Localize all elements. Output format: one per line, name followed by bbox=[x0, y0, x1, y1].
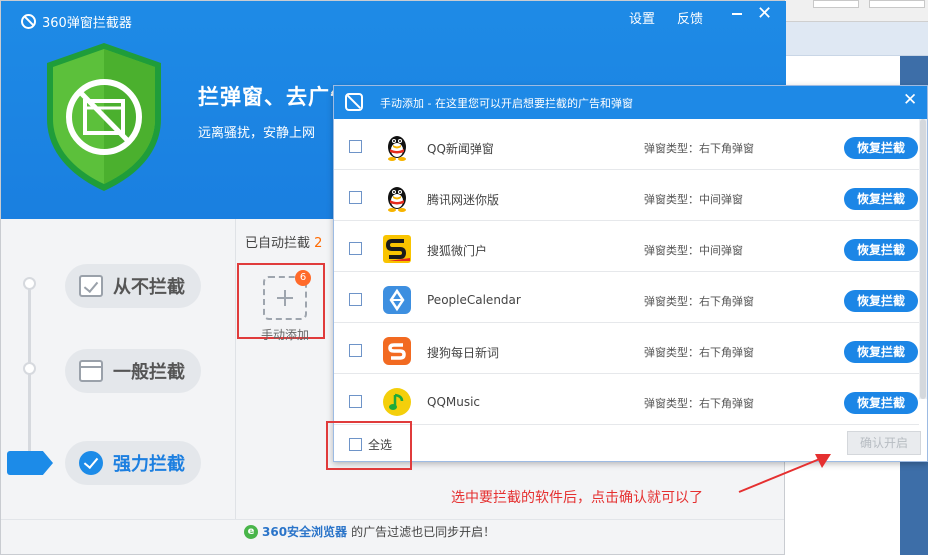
shield-icon bbox=[47, 43, 161, 191]
minimize-button[interactable] bbox=[732, 13, 742, 15]
list-item: PeopleCalendar 弹窗类型：右下角弹窗 恢复拦截 bbox=[334, 272, 919, 323]
app-title-text: 360弹窗拦截器 bbox=[42, 16, 132, 31]
qqmusic-icon bbox=[383, 388, 411, 416]
sohu-icon bbox=[383, 235, 411, 263]
mode-dot[interactable] bbox=[23, 362, 36, 375]
instruction-annotation: 选中要拦截的软件后，点击确认就可以了 bbox=[451, 490, 703, 506]
auto-blocked-text: 已自动拦截 2 bbox=[245, 232, 322, 251]
confirm-enable-button[interactable]: 确认开启 bbox=[847, 431, 921, 455]
dialog-title: 手动添加 - 在这里您可以开启想要拦截的广告和弹窗 bbox=[380, 97, 633, 110]
scrollbar-thumb[interactable] bbox=[920, 119, 926, 399]
sogou-icon bbox=[383, 337, 411, 365]
list-item: 搜狐微门户 弹窗类型：中间弹窗 恢复拦截 bbox=[334, 221, 919, 272]
auto-blocked-count: 2 bbox=[314, 236, 323, 251]
plus-icon bbox=[284, 290, 286, 306]
footer: e 360安全浏览器 的广告过滤也已同步开启！ bbox=[244, 523, 495, 540]
browser-link[interactable]: 360安全浏览器 bbox=[262, 523, 347, 540]
row-type: 弹窗类型：中间弹窗 bbox=[644, 244, 743, 257]
dialog-header: 手动添加 - 在这里您可以开启想要拦截的广告和弹窗 ✕ bbox=[334, 86, 927, 119]
row-type: 弹窗类型：右下角弹窗 bbox=[644, 142, 754, 155]
row-name: QQ新闻弹窗 bbox=[427, 142, 494, 156]
row-type: 弹窗类型：右下角弹窗 bbox=[644, 346, 754, 359]
background-tab bbox=[813, 0, 859, 8]
row-name: QQMusic bbox=[427, 395, 481, 409]
row-checkbox[interactable] bbox=[349, 344, 362, 357]
row-name: PeopleCalendar bbox=[427, 293, 521, 307]
manual-add-badge: 6 bbox=[295, 270, 311, 286]
dialog-close-button[interactable]: ✕ bbox=[903, 90, 917, 110]
row-checkbox[interactable] bbox=[349, 293, 362, 306]
feedback-link[interactable]: 反馈 bbox=[677, 8, 703, 27]
list-item: 搜狗每日新词 弹窗类型：右下角弹窗 恢复拦截 bbox=[334, 323, 919, 374]
check-box-icon bbox=[79, 275, 103, 297]
restore-block-button[interactable]: 恢复拦截 bbox=[844, 392, 918, 414]
list-item: QQMusic 弹窗类型：右下角弹窗 恢复拦截 bbox=[334, 374, 919, 425]
app-title: 360弹窗拦截器 bbox=[21, 12, 132, 31]
row-type: 弹窗类型：中间弹窗 bbox=[644, 193, 743, 206]
popup-list: QQ新闻弹窗 弹窗类型：右下角弹窗 恢复拦截 腾讯网迷你版 弹窗类型：中间弹窗 … bbox=[334, 119, 919, 425]
hero-subtitle: 远离骚扰，安静上网 bbox=[198, 126, 316, 141]
mode-normal-block[interactable]: 一般拦截 bbox=[65, 349, 201, 393]
row-checkbox[interactable] bbox=[349, 242, 362, 255]
browser-logo-icon: e bbox=[244, 524, 258, 539]
footer-text: 的广告过滤也已同步开启！ bbox=[351, 525, 496, 539]
qq-penguin-icon bbox=[388, 136, 406, 161]
list-item: 腾讯网迷你版 弹窗类型：中间弹窗 恢复拦截 bbox=[334, 170, 919, 221]
restore-block-button[interactable]: 恢复拦截 bbox=[844, 137, 918, 159]
background-ribbon bbox=[785, 22, 928, 56]
restore-block-button[interactable]: 恢复拦截 bbox=[844, 188, 918, 210]
select-all-highlight bbox=[326, 421, 412, 470]
mode-label: 从不拦截 bbox=[113, 277, 185, 298]
footer-divider bbox=[1, 519, 784, 520]
close-button[interactable]: ✕ bbox=[757, 5, 772, 23]
app-logo-icon bbox=[21, 14, 36, 29]
row-type: 弹窗类型：右下角弹窗 bbox=[644, 295, 754, 308]
check-circle-icon bbox=[79, 451, 103, 475]
arrow-icon bbox=[738, 454, 831, 493]
list-item: QQ新闻弹窗 弹窗类型：右下角弹窗 恢复拦截 bbox=[334, 119, 919, 170]
restore-block-button[interactable]: 恢复拦截 bbox=[844, 239, 918, 261]
restore-block-button[interactable]: 恢复拦截 bbox=[844, 290, 918, 312]
row-checkbox[interactable] bbox=[349, 140, 362, 153]
mode-indicator[interactable] bbox=[7, 451, 53, 475]
row-checkbox[interactable] bbox=[349, 395, 362, 408]
auto-blocked-label: 已自动拦截 bbox=[245, 236, 311, 251]
settings-link[interactable]: 设置 bbox=[629, 8, 655, 27]
background-tab bbox=[869, 0, 925, 8]
row-name: 搜狗每日新词 bbox=[427, 346, 500, 360]
manual-add-highlight: 6 手动添加 bbox=[237, 263, 325, 342]
row-checkbox[interactable] bbox=[349, 191, 362, 204]
people-calendar-icon bbox=[383, 286, 411, 314]
mode-strong-block[interactable]: 强力拦截 bbox=[65, 441, 201, 485]
list-scrollbar[interactable] bbox=[919, 119, 927, 399]
row-name: 腾讯网迷你版 bbox=[427, 193, 500, 207]
mode-dot[interactable] bbox=[23, 277, 36, 290]
manual-add-dialog: 手动添加 - 在这里您可以开启想要拦截的广告和弹窗 ✕ QQ新闻弹窗 弹窗类型：… bbox=[333, 85, 928, 462]
mode-label: 一般拦截 bbox=[113, 362, 185, 383]
manual-add-label: 手动添加 bbox=[261, 328, 310, 342]
block-icon bbox=[345, 93, 363, 111]
mode-label: 强力拦截 bbox=[113, 454, 185, 475]
hero-title: 拦弹窗、去广告 bbox=[198, 85, 352, 109]
restore-block-button[interactable]: 恢复拦截 bbox=[844, 341, 918, 363]
mode-never-block[interactable]: 从不拦截 bbox=[65, 264, 201, 308]
window-icon bbox=[79, 360, 103, 382]
row-name: 搜狐微门户 bbox=[427, 244, 488, 258]
column-divider bbox=[235, 219, 236, 519]
row-type: 弹窗类型：右下角弹窗 bbox=[644, 397, 754, 410]
background-toolbar bbox=[785, 0, 928, 22]
qq-penguin-icon bbox=[388, 187, 406, 212]
